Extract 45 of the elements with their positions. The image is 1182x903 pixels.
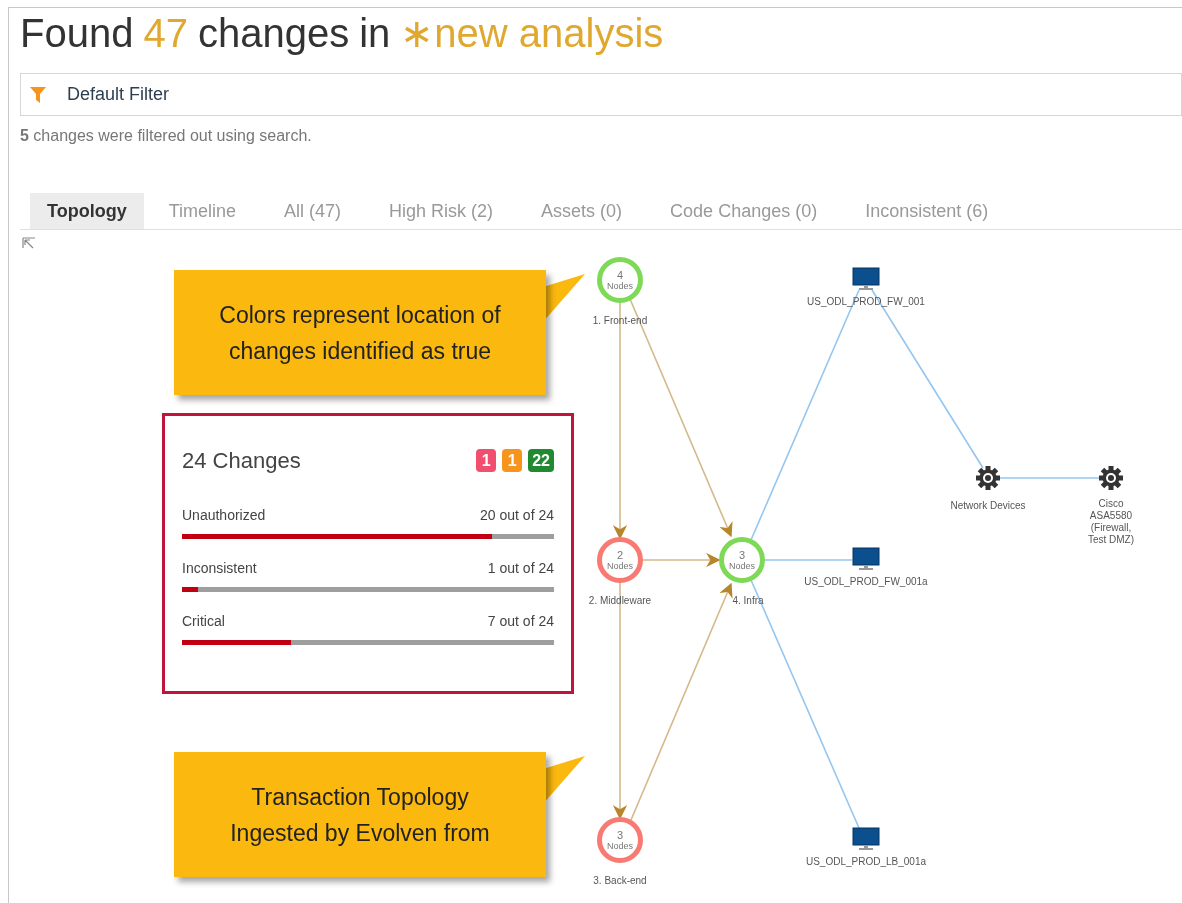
node-label: US_ODL_PROD_FW_001a xyxy=(803,575,929,589)
tab[interactable]: Inconsistent (6) xyxy=(842,193,1012,229)
node-label: 4. Infra xyxy=(731,594,765,608)
group-node[interactable]: 3 Nodes xyxy=(597,817,643,863)
callout: Transaction Topology Ingested by Evolven from xyxy=(174,752,546,877)
count-badge: 1 xyxy=(476,449,497,472)
card-title: 24 Changes xyxy=(182,447,301,475)
collapse-icon[interactable] xyxy=(22,237,36,249)
group-node[interactable]: 4 Nodes xyxy=(597,257,643,303)
highlighted-heading-text: ∗new analysis xyxy=(400,10,664,56)
node-label: US_ODL_PROD_LB_001a xyxy=(804,855,928,869)
metric-label: Unauthorized xyxy=(182,506,266,525)
metric-reading: 1 out of 24 xyxy=(487,559,554,578)
highlighted-heading-text: 47 xyxy=(143,10,188,56)
node-label: Cisco ASA5580 (Firewall, Test DMZ) xyxy=(1086,498,1136,546)
node-label: Network Devices xyxy=(949,499,1027,513)
metric-reading: 20 out of 24 xyxy=(480,506,554,525)
monitor-icon[interactable] xyxy=(852,827,880,851)
group-node[interactable]: 3 Nodes xyxy=(719,537,765,583)
metric-reading: 7 out of 24 xyxy=(487,612,554,631)
filter-field[interactable]: Default Filter xyxy=(20,73,1182,116)
heading-text: in xyxy=(359,10,391,56)
node-label: 2. Middleware xyxy=(587,594,653,608)
group-node[interactable]: 2 Nodes xyxy=(597,537,643,583)
filter-note: 5 changes were filtered out using search. xyxy=(20,126,313,146)
tab[interactable]: All (47) xyxy=(261,193,365,229)
filter-icon xyxy=(29,84,47,105)
tab[interactable]: Topology xyxy=(30,193,144,229)
callout: Colors represent location of changes identified as true xyxy=(174,270,546,395)
tab[interactable]: High Risk (2) xyxy=(366,193,517,229)
metric-label: Inconsistent xyxy=(182,559,257,578)
tab[interactable]: Code Changes (0) xyxy=(647,193,841,229)
heading-text: Found xyxy=(20,10,134,56)
count-badge: 1 xyxy=(502,449,523,472)
gear-icon[interactable] xyxy=(1099,466,1123,490)
monitor-icon[interactable] xyxy=(852,267,880,291)
tab[interactable]: Assets (0) xyxy=(518,193,646,229)
node-label: 3. Back-end xyxy=(592,874,648,888)
monitor-icon[interactable] xyxy=(852,547,880,571)
count-badge: 22 xyxy=(528,449,554,472)
tab[interactable]: Timeline xyxy=(145,193,259,229)
metric-label: Critical xyxy=(182,612,225,631)
gear-icon[interactable] xyxy=(976,466,1000,490)
heading-text: changes xyxy=(197,10,350,56)
filter-label: Default Filter xyxy=(67,83,170,106)
